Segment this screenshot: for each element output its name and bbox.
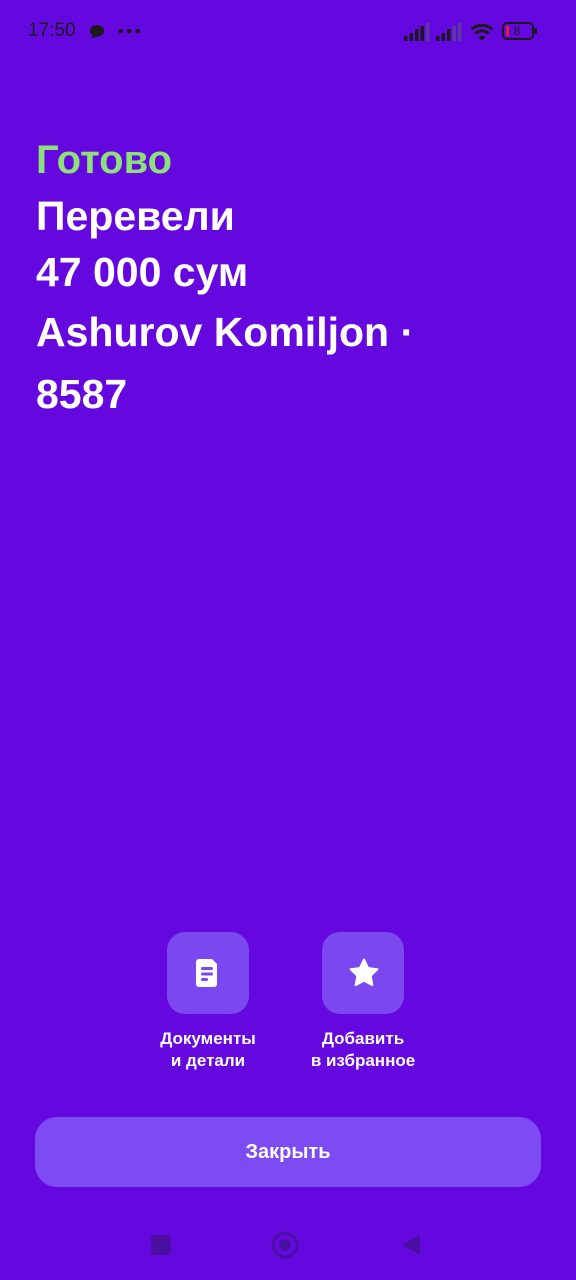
- transfer-amount: 47 000 сум: [36, 249, 249, 295]
- status-time: 17:50: [28, 20, 76, 41]
- wifi-icon: [469, 22, 495, 46]
- system-navbar: [0, 1210, 576, 1280]
- signal-icon: [436, 23, 462, 45]
- documents-tile[interactable]: [167, 932, 249, 1014]
- recipient-card: 8587: [36, 371, 128, 417]
- more-icon: •••: [116, 22, 142, 41]
- recents-icon[interactable]: [151, 1235, 171, 1255]
- documents-label: Документы и детали: [123, 1028, 293, 1072]
- transfer-result: Готово Перевели 47 000 сум Ashurov Komil…: [36, 132, 546, 424]
- recipient-name: Ashurov Komiljon ·: [36, 309, 415, 355]
- transfer-caption: Перевели: [36, 193, 235, 239]
- favorite-tile[interactable]: [322, 932, 404, 1014]
- add-favorite-button[interactable]: Добавить в избранное: [278, 932, 448, 1072]
- star-icon: [349, 958, 379, 987]
- battery-level: 8: [513, 24, 521, 38]
- battery-icon: 8: [502, 22, 537, 40]
- signal-icon: [404, 23, 430, 45]
- home-icon[interactable]: [271, 1231, 299, 1259]
- favorite-label-line2: в избранное: [310, 1051, 416, 1070]
- document-icon: [196, 959, 217, 987]
- close-button[interactable]: Закрыть: [35, 1117, 541, 1187]
- documents-button[interactable]: Документы и детали: [123, 932, 293, 1072]
- back-icon[interactable]: [400, 1234, 422, 1256]
- chat-icon: [89, 24, 105, 40]
- status-bar: 17:50 ••• 8: [0, 0, 576, 64]
- favorite-label-line1: Добавить: [321, 1029, 405, 1048]
- documents-label-line1: Документы: [160, 1029, 256, 1048]
- action-row: Документы и детали Добавить в избранное: [0, 932, 576, 1082]
- documents-label-line2: и детали: [170, 1051, 246, 1070]
- favorite-label: Добавить в избранное: [278, 1028, 448, 1072]
- status-title: Готово: [36, 138, 173, 182]
